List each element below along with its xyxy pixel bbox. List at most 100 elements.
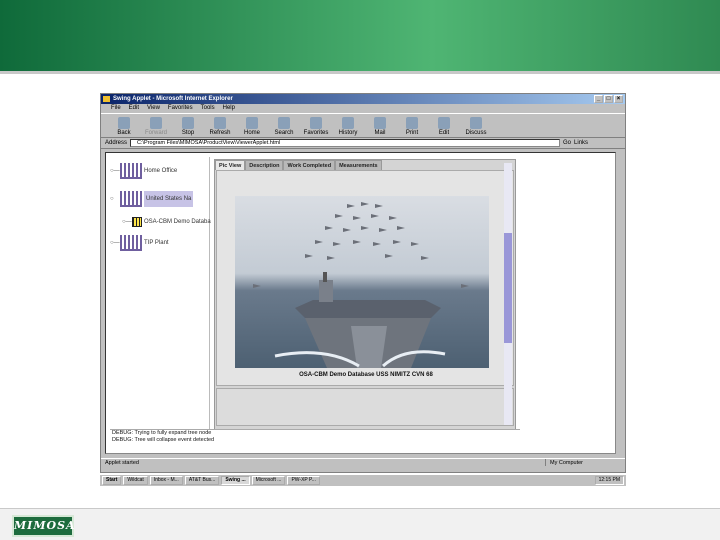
stop-button[interactable]: Stop (173, 114, 203, 137)
stop-label: Stop (181, 130, 195, 136)
back-label: Back (117, 130, 131, 136)
links-button[interactable]: Links (574, 140, 588, 146)
home-button[interactable]: Home (237, 114, 267, 137)
back-button[interactable]: Back (109, 114, 139, 137)
tree-node-label: TIP Plant (144, 240, 169, 246)
ie-icon (103, 96, 110, 102)
equipment-tree: ○— Home Office ○ United States Na ○— OSA… (110, 157, 211, 429)
scrollbar-thumb[interactable] (504, 233, 512, 343)
search-icon (278, 117, 290, 129)
taskbar-item-swing[interactable]: Swing ... (221, 476, 250, 485)
menu-file[interactable]: File (111, 104, 121, 113)
discuss-label: Discuss (465, 130, 487, 136)
edit-button[interactable]: Edit (429, 114, 459, 137)
console-line: DEBUG: Trying to fully expand tree node (112, 430, 212, 436)
tab-description[interactable]: Description (245, 160, 284, 170)
refresh-label: Refresh (209, 130, 231, 136)
menu-bar: File Edit View Favorites Tools Help (101, 104, 625, 113)
status-bar: Applet started My Computer (101, 458, 625, 466)
bow (351, 326, 387, 368)
taskbar-item-wildcat[interactable]: Wildcat (123, 476, 148, 485)
menu-help[interactable]: Help (223, 104, 235, 113)
system-clock: 12:15 PM (594, 476, 624, 485)
back-arrow-icon (118, 117, 130, 129)
taskbar-item-microsoft[interactable]: Microsoft ... (251, 476, 286, 485)
history-label: History (338, 130, 358, 136)
database-icon (132, 217, 142, 227)
tree-node-tip-plant[interactable]: ○— TIP Plant (110, 235, 169, 251)
history-button[interactable]: History (333, 114, 363, 137)
search-label: Search (274, 130, 294, 136)
status-text: Applet started (105, 460, 139, 466)
mail-label: Mail (374, 130, 386, 136)
minimize-button[interactable]: _ (594, 95, 603, 103)
header-banner (0, 0, 720, 74)
picture-pane: OSA-CBM Demo Database USS NIMITZ CVN 68 (216, 170, 514, 386)
address-bar: Address C:\Program Files\MIMOSA\ProductV… (101, 138, 625, 149)
tree-node-united-states-navy[interactable]: ○ United States Na (110, 191, 194, 207)
mimosa-logo: MIMOSA (12, 515, 75, 537)
mail-icon (374, 117, 386, 129)
maximize-button[interactable]: □ (604, 95, 613, 103)
menu-edit[interactable]: Edit (129, 104, 139, 113)
security-zone: My Computer (545, 459, 625, 466)
print-label: Print (405, 130, 419, 136)
presentation-slide: Swing Applet - Microsoft Internet Explor… (0, 0, 720, 540)
start-button[interactable]: Start (102, 476, 122, 485)
search-button[interactable]: Search (269, 114, 299, 137)
taskbar-item-pw[interactable]: PW-XP P... (287, 476, 320, 485)
tree-node-home-office[interactable]: ○— Home Office (110, 163, 177, 179)
discuss-icon (470, 117, 482, 129)
address-label: Address (105, 140, 128, 146)
favorites-button[interactable]: Favorites (301, 114, 331, 137)
menu-tools[interactable]: Tools (201, 104, 215, 113)
tree-handle-icon[interactable]: ○— (110, 168, 120, 174)
vertical-scrollbar[interactable] (504, 163, 512, 425)
taskbar-item-att[interactable]: AT&T Bus... (184, 476, 220, 485)
site-chart-icon (120, 191, 142, 207)
print-button[interactable]: Print (397, 114, 427, 137)
refresh-icon (214, 117, 226, 129)
lower-detail-pane (216, 388, 514, 426)
debug-console: DEBUG: Trying to fully expand tree node … (110, 429, 520, 451)
go-button[interactable]: Go (563, 140, 571, 146)
tab-work-completed[interactable]: Work Completed (283, 160, 336, 170)
mast (323, 272, 327, 282)
browser-toolbar: Back Forward Stop Refresh Home Search Fa… (101, 113, 625, 138)
tree-node-label: United States Na (144, 191, 194, 207)
picture-caption: OSA-CBM Demo Database USS NIMITZ CVN 68 (299, 372, 433, 378)
stop-icon (182, 117, 194, 129)
tree-handle-icon[interactable]: ○— (122, 219, 132, 225)
slide-footer: MIMOSA (0, 508, 720, 540)
console-line: DEBUG: Tree will collapse event detected (112, 437, 215, 443)
forward-arrow-icon (150, 117, 162, 129)
address-input[interactable]: C:\Program Files\MIMOSA\ProductView\View… (130, 139, 561, 147)
browser-window: Swing Applet - Microsoft Internet Explor… (100, 93, 626, 473)
windows-taskbar: Start Wildcat Inbox - M... AT&T Bus... S… (100, 474, 626, 486)
forward-button[interactable]: Forward (141, 114, 171, 137)
tab-measurements[interactable]: Measurements (335, 160, 382, 170)
detail-tab-panel: Pic View Description Work Completed Meas… (214, 159, 516, 431)
window-title: Swing Applet - Microsoft Internet Explor… (113, 96, 233, 102)
site-chart-icon (120, 163, 142, 179)
tree-node-demo-database[interactable]: ○— OSA-CBM Demo Databa (122, 217, 211, 227)
taskbar-item-inbox[interactable]: Inbox - M... (149, 476, 183, 485)
menu-favorites[interactable]: Favorites (168, 104, 193, 113)
favorites-icon (310, 117, 322, 129)
tab-pic-view[interactable]: Pic View (215, 160, 246, 170)
mail-button[interactable]: Mail (365, 114, 395, 137)
aircraft-carrier-photo (235, 196, 489, 368)
refresh-button[interactable]: Refresh (205, 114, 235, 137)
tree-handle-icon[interactable]: ○ (110, 196, 118, 202)
discuss-button[interactable]: Discuss (461, 114, 491, 137)
favorites-label: Favorites (303, 130, 329, 136)
edit-icon (438, 117, 450, 129)
flight-deck (295, 300, 441, 318)
island-tower (319, 280, 333, 302)
aircraft-formation (253, 202, 469, 288)
print-icon (406, 117, 418, 129)
close-button[interactable]: × (614, 95, 623, 103)
carrier-illustration (253, 202, 469, 368)
tree-handle-icon[interactable]: ○— (110, 240, 120, 246)
menu-view[interactable]: View (147, 104, 160, 113)
